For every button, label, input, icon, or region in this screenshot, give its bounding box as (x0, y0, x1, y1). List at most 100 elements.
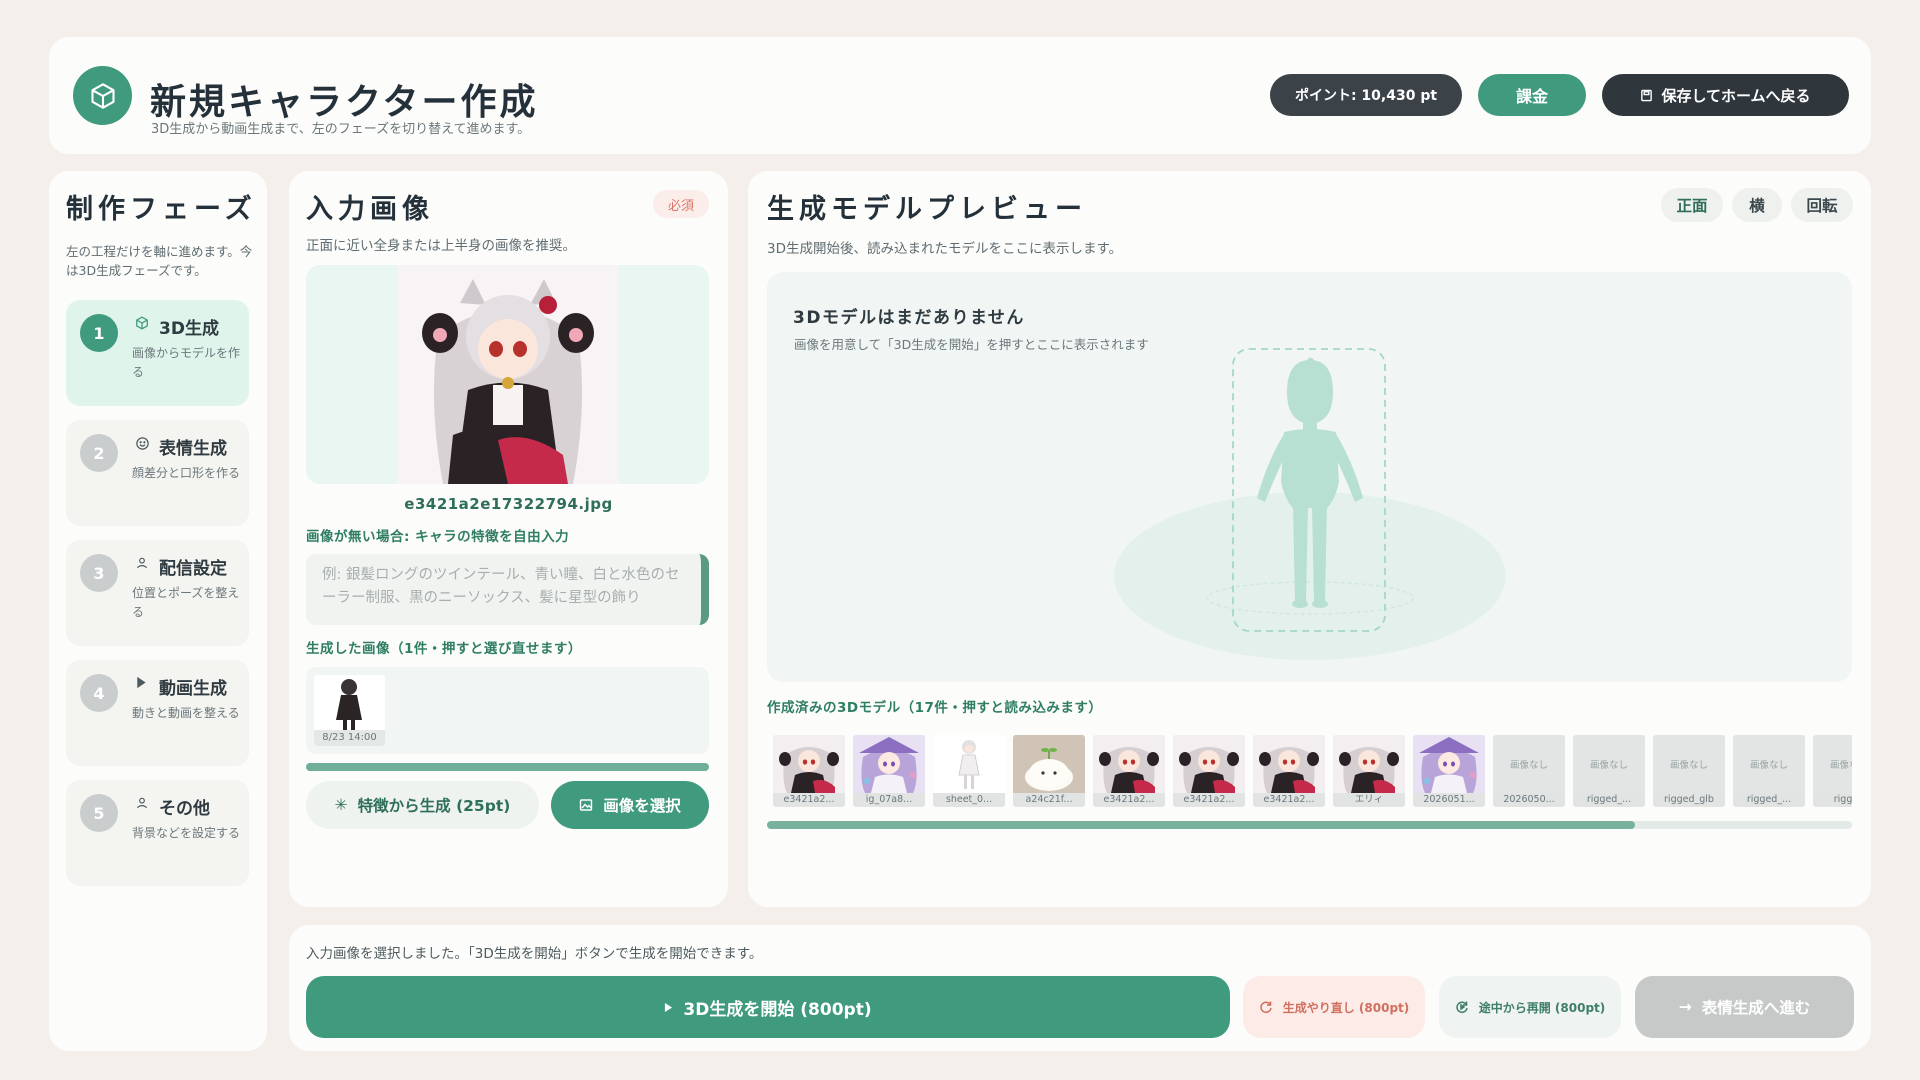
generated-thumb-caption: 8/23 14:00 (314, 730, 385, 746)
phase-title: 3D生成 (159, 319, 219, 339)
character-illustration (398, 265, 618, 484)
generate-from-features-button[interactable]: ✳ 特徴から生成 (25pt) (306, 781, 539, 829)
saved-model-thumbnail (1013, 735, 1085, 797)
phase-item-expression[interactable]: 2 表情生成 顔差分と口形を作る (66, 420, 249, 526)
saved-model-item[interactable]: エリィ (1333, 735, 1405, 807)
person-icon (135, 556, 149, 574)
generated-thumb-image (314, 675, 385, 730)
sidebar-title: 制作フェーズ (66, 194, 257, 225)
retry-button[interactable]: 生成やり直し (800pt) (1243, 976, 1425, 1038)
saved-model-item[interactable]: 画像なし 2026050... (1493, 735, 1565, 807)
points-badge: ポイント: 10,430 pt (1270, 74, 1462, 116)
no-image-text: 画像なし (1589, 760, 1628, 771)
models-scrollbar[interactable] (767, 821, 1852, 829)
arrow-right-icon: → (1678, 998, 1692, 1016)
tab-rotate[interactable]: 回転 (1791, 188, 1853, 222)
select-image-label: 画像を選択 (603, 797, 681, 815)
saved-model-caption: e3421a2... (1093, 793, 1165, 807)
save-icon (1641, 89, 1653, 101)
empty-state-title: 3Dモデルはまだありません (793, 308, 1025, 328)
next-expression-button[interactable]: → 表情生成へ進む (1635, 976, 1854, 1038)
saved-model-item[interactable]: sheet_0... (933, 735, 1005, 807)
saved-model-item[interactable]: a24c21f... (1013, 735, 1085, 807)
saved-model-caption: エリィ (1333, 793, 1405, 807)
phase-title: その他 (159, 799, 210, 819)
required-badge: 必須 (653, 190, 709, 218)
feature-textarea[interactable]: 例: 銀髪ロングのツインテール、青い瞳、白と水色のセーラー制服、黒のニーソックス… (306, 554, 709, 625)
cube-icon (135, 316, 149, 334)
saved-model-caption: 2026050... (1493, 793, 1565, 807)
preview-panel-desc: 3D生成開始後、読み込まれたモデルをここに表示します。 (767, 241, 1123, 257)
phase-item-stream[interactable]: 3 配信設定 位置とポーズを整える (66, 540, 249, 646)
preview-panel-title: 生成モデルプレビュー (767, 194, 1087, 225)
saved-model-item[interactable]: 画像なし rigged_... (1573, 735, 1645, 807)
saved-model-item[interactable]: 画像なし rigged_... (1733, 735, 1805, 807)
phase-item-video[interactable]: 4 動画生成 動きと動画を整える (66, 660, 249, 766)
saved-model-caption: e3421a2... (773, 793, 845, 807)
play-icon (135, 676, 147, 693)
phase-number: 4 (80, 674, 118, 712)
no-image-label: 画像が無い場合: キャラの特徴を自由入力 (306, 529, 570, 545)
saved-model-caption: sheet_0... (933, 793, 1005, 807)
saved-model-thumbnail (1093, 735, 1165, 797)
phase-desc: 位置とポーズを整える (132, 586, 240, 619)
charge-label: 課金 (1515, 87, 1548, 106)
tab-side[interactable]: 横 (1732, 188, 1782, 222)
saved-model-caption: rigged_... (1573, 793, 1645, 807)
saved-model-caption: ig_07a8... (853, 793, 925, 807)
generated-images-box: 8/23 14:00 (306, 667, 709, 754)
generated-thumb[interactable]: 8/23 14:00 (314, 675, 385, 746)
saved-model-item[interactable]: e3421a2... (1093, 735, 1165, 807)
save-home-button[interactable]: 保存してホームへ戻る (1602, 74, 1849, 116)
generated-label: 生成した画像（1件・押すと選び直せます） (306, 641, 582, 657)
points-text: ポイント: 10,430 pt (1294, 88, 1438, 104)
saved-model-item[interactable]: e3421a2... (773, 735, 845, 807)
resume-label: 途中から再開 (800pt) (1478, 1000, 1606, 1015)
saved-model-caption: rigged_glb (1653, 793, 1725, 807)
phase-item-other[interactable]: 5 その他 背景などを設定する (66, 780, 249, 886)
saved-model-caption: 2026051... (1413, 793, 1485, 807)
saved-model-item[interactable]: ig_07a8... (853, 735, 925, 807)
phase-desc: 背景などを設定する (132, 826, 241, 840)
saved-model-item[interactable]: 画像なし rigged (1813, 735, 1852, 807)
tab-front-label: 正面 (1676, 197, 1708, 215)
next-expression-label: 表情生成へ進む (1701, 999, 1811, 1017)
refresh-icon (1260, 1001, 1272, 1014)
charge-button[interactable]: 課金 (1478, 74, 1586, 116)
saved-model-thumbnail (1333, 735, 1405, 797)
saved-model-item[interactable]: 画像なし rigged_glb (1653, 735, 1725, 807)
saved-model-item[interactable]: e3421a2... (1253, 735, 1325, 807)
model-viewer[interactable]: 3Dモデルはまだありません 画像を用意して「3D生成を開始」を押すとここに表示さ… (767, 272, 1852, 682)
input-image-preview[interactable] (306, 265, 709, 484)
person-icon (135, 796, 149, 814)
phase-number: 3 (80, 554, 118, 592)
saved-model-item[interactable]: e3421a2... (1173, 735, 1245, 807)
saved-model-thumbnail (1173, 735, 1245, 797)
saved-model-thumbnail (933, 735, 1005, 797)
saved-model-caption: rigged (1813, 793, 1852, 807)
saved-model-caption: a24c21f... (1013, 793, 1085, 807)
action-bar: 入力画像を選択しました。「3D生成を開始」ボタンで生成を開始できます。 3D生成… (289, 925, 1871, 1051)
models-scrollbar-thumb[interactable] (767, 821, 1635, 829)
phase-desc: 顔差分と口形を作る (132, 466, 241, 480)
input-filename: e3421a2e17322794.jpg (404, 495, 613, 513)
feature-placeholder: 例: 銀髪ロングのツインテール、青い瞳、白と水色のセーラー制服、黒のニーソックス… (322, 567, 680, 606)
tab-rotate-label: 回転 (1806, 197, 1838, 215)
tab-front[interactable]: 正面 (1661, 188, 1723, 222)
saved-model-thumbnail (773, 735, 845, 797)
phase-number: 2 (80, 434, 118, 472)
generated-scrollbar[interactable] (306, 763, 709, 771)
saved-model-caption: e3421a2... (1173, 793, 1245, 807)
phase-desc: 画像からモデルを作る (132, 346, 241, 379)
phase-title: 表情生成 (159, 439, 227, 459)
select-image-button[interactable]: 画像を選択 (551, 781, 709, 829)
phase-title: 配信設定 (159, 559, 227, 579)
model-preview-panel: 生成モデルプレビュー 3D生成開始後、読み込まれたモデルをここに表示します。 正… (748, 171, 1871, 907)
retry-label: 生成やり直し (800pt) (1282, 1000, 1410, 1015)
saved-model-thumbnail (1253, 735, 1325, 797)
start-3d-button[interactable]: 3D生成を開始 (800pt) (306, 976, 1230, 1038)
saved-model-thumbnail (853, 735, 925, 797)
phase-item-3d[interactable]: 1 3D生成 画像からモデルを作る (66, 300, 249, 406)
saved-model-item[interactable]: 2026051... (1413, 735, 1485, 807)
resume-button[interactable]: 途中から再開 (800pt) (1439, 976, 1621, 1038)
